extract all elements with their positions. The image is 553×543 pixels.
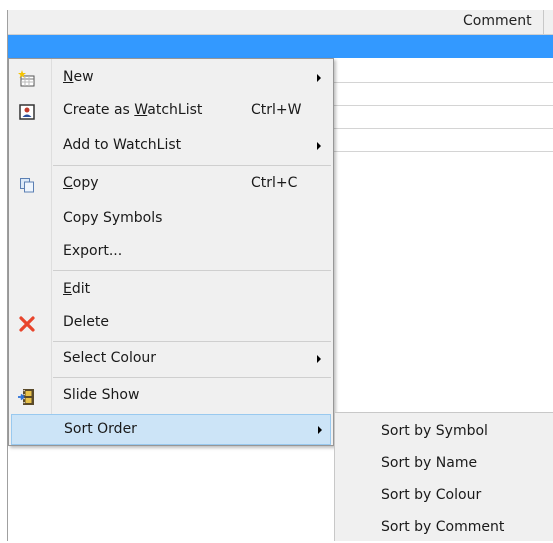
- menu-item-label: Copy Symbols: [63, 210, 163, 226]
- menu-item-edit[interactable]: Edit: [11, 275, 331, 306]
- table-row-line: [334, 82, 553, 83]
- menu-item-slide-show[interactable]: Slide Show: [11, 381, 331, 412]
- sort-order-submenu: Sort by Symbol Sort by Name Sort by Colo…: [334, 412, 553, 541]
- menu-item-copy[interactable]: Copy Ctrl+C: [11, 169, 331, 200]
- watchlist-window: Comment New Create as WatchList Ctrl+W A…: [0, 0, 553, 541]
- watchlist-icon: [17, 102, 37, 122]
- shortcut-label: Ctrl+C: [251, 175, 298, 191]
- menu-item-copy-symbols[interactable]: Copy Symbols: [11, 204, 331, 235]
- menu-separator: [53, 341, 331, 342]
- menu-item-select-colour[interactable]: Select Colour: [11, 344, 331, 375]
- submenu-item-label: Sort by Name: [381, 455, 478, 471]
- menu-item-delete[interactable]: Delete: [11, 308, 331, 339]
- table-row-line: [334, 151, 553, 152]
- selected-table-row[interactable]: [8, 35, 553, 58]
- new-grid-icon: [17, 69, 37, 89]
- table-row-line: [334, 128, 553, 129]
- menu-item-label: New: [63, 69, 94, 85]
- submenu-item-sort-by-name[interactable]: Sort by Name: [335, 447, 553, 479]
- menu-item-label: Copy: [63, 175, 99, 191]
- column-separator[interactable]: [543, 10, 544, 34]
- submenu-arrow-icon: [317, 355, 321, 363]
- shortcut-label: Ctrl+W: [251, 102, 302, 118]
- menu-item-label: Select Colour: [63, 350, 157, 366]
- menu-item-sort-order[interactable]: Sort Order: [11, 414, 331, 445]
- menu-item-label: Edit: [63, 281, 91, 297]
- submenu-item-label: Sort by Comment: [381, 519, 505, 535]
- submenu-item-label: Sort by Symbol: [381, 423, 488, 439]
- submenu-arrow-icon: [317, 142, 321, 150]
- submenu-item-sort-by-colour[interactable]: Sort by Colour: [335, 479, 553, 511]
- menu-item-add-to-watchlist[interactable]: Add to WatchList: [11, 131, 331, 162]
- submenu-arrow-icon: [317, 74, 321, 82]
- menu-item-create-as-watchlist[interactable]: Create as WatchList Ctrl+W: [11, 96, 331, 127]
- context-menu: New Create as WatchList Ctrl+W Add to Wa…: [8, 58, 334, 446]
- menu-item-label: Export...: [63, 243, 123, 259]
- menu-item-label: Create as WatchList: [63, 102, 203, 118]
- delete-x-icon: [17, 314, 37, 334]
- menu-item-label: Delete: [63, 314, 109, 330]
- copy-icon: [17, 175, 37, 195]
- menu-item-export[interactable]: Export...: [11, 237, 331, 268]
- menu-item-label: Add to WatchList: [63, 137, 182, 153]
- menu-item-new[interactable]: New: [11, 63, 331, 94]
- submenu-item-sort-by-comment[interactable]: Sort by Comment: [335, 511, 553, 543]
- submenu-arrow-icon: [318, 426, 322, 434]
- submenu-item-label: Sort by Colour: [381, 487, 482, 503]
- comment-column-header[interactable]: Comment: [463, 13, 532, 29]
- menu-item-label: Sort Order: [64, 421, 137, 437]
- menu-separator: [53, 165, 331, 166]
- column-header-row: Comment: [8, 10, 553, 35]
- menu-separator: [53, 270, 331, 271]
- table-row-line: [334, 105, 553, 106]
- menu-item-label: Slide Show: [63, 387, 140, 403]
- submenu-item-sort-by-symbol[interactable]: Sort by Symbol: [335, 415, 553, 447]
- menu-separator: [53, 377, 331, 378]
- film-icon: [17, 387, 37, 407]
